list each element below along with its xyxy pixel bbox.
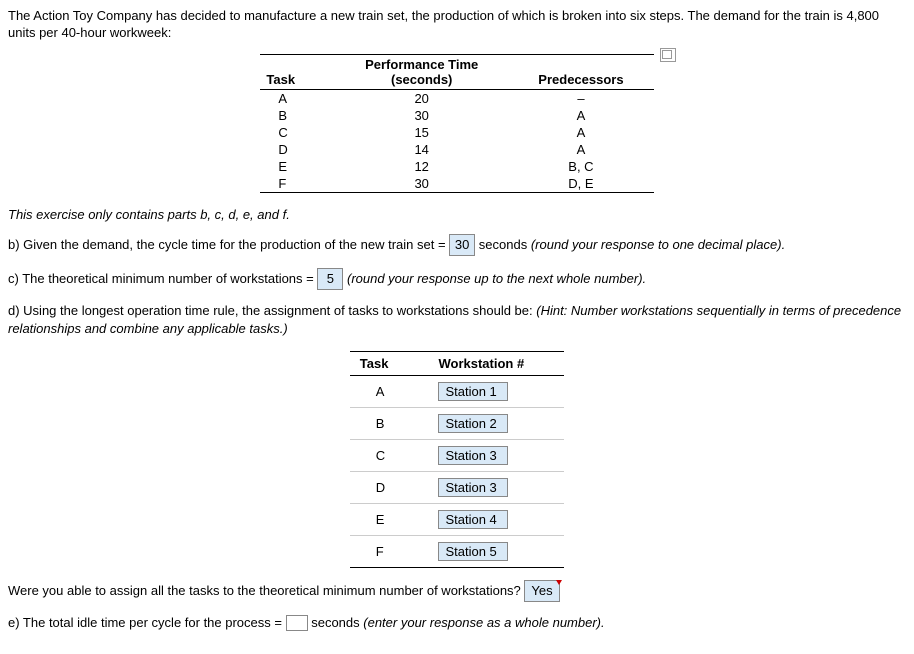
table-row: F30D, E bbox=[260, 175, 653, 193]
pred-header: Predecessors bbox=[508, 54, 653, 89]
assign-question: Were you able to assign all the tasks to… bbox=[8, 580, 906, 602]
table-row: E12B, C bbox=[260, 158, 653, 175]
table-row: DStation 3 bbox=[350, 471, 564, 503]
table-row: A20– bbox=[260, 89, 653, 107]
part-c: c) The theoretical minimum number of wor… bbox=[8, 268, 906, 290]
ws-select[interactable]: Station 5 bbox=[438, 542, 508, 561]
table-row: BStation 2 bbox=[350, 407, 564, 439]
ws-select[interactable]: Station 4 bbox=[438, 510, 508, 529]
table-row: B30A bbox=[260, 107, 653, 124]
part-e: e) The total idle time per cycle for the… bbox=[8, 614, 906, 632]
table-row: D14A bbox=[260, 141, 653, 158]
cycle-time-input[interactable]: 30 bbox=[449, 234, 475, 256]
workstation-table: Task Workstation # AStation 1 BStation 2… bbox=[350, 351, 564, 568]
ws-select[interactable]: Station 1 bbox=[438, 382, 508, 401]
ws-select[interactable]: Station 3 bbox=[438, 478, 508, 497]
part-d: d) Using the longest operation time rule… bbox=[8, 302, 906, 338]
task-table: Task Performance Time (seconds) Predeces… bbox=[260, 54, 653, 193]
time-header: Performance Time (seconds) bbox=[335, 54, 508, 89]
task-header: Task bbox=[260, 54, 335, 89]
ws-select[interactable]: Station 2 bbox=[438, 414, 508, 433]
expand-icon[interactable] bbox=[660, 48, 676, 62]
ws-select[interactable]: Station 3 bbox=[438, 446, 508, 465]
min-workstations-input[interactable]: 5 bbox=[317, 268, 343, 290]
table-row: AStation 1 bbox=[350, 375, 564, 407]
table-row: C15A bbox=[260, 124, 653, 141]
ws-task-header: Task bbox=[350, 351, 429, 375]
ws-num-header: Workstation # bbox=[428, 351, 564, 375]
idle-time-input[interactable] bbox=[286, 615, 308, 631]
table-row: EStation 4 bbox=[350, 503, 564, 535]
part-b: b) Given the demand, the cycle time for … bbox=[8, 234, 906, 256]
yes-no-select[interactable]: Yes bbox=[524, 580, 559, 602]
intro-text: The Action Toy Company has decided to ma… bbox=[8, 8, 906, 42]
table-row: CStation 3 bbox=[350, 439, 564, 471]
parts-note: This exercise only contains parts b, c, … bbox=[8, 207, 906, 222]
task-table-container: Task Performance Time (seconds) Predeces… bbox=[8, 54, 906, 193]
table-row: FStation 5 bbox=[350, 535, 564, 567]
